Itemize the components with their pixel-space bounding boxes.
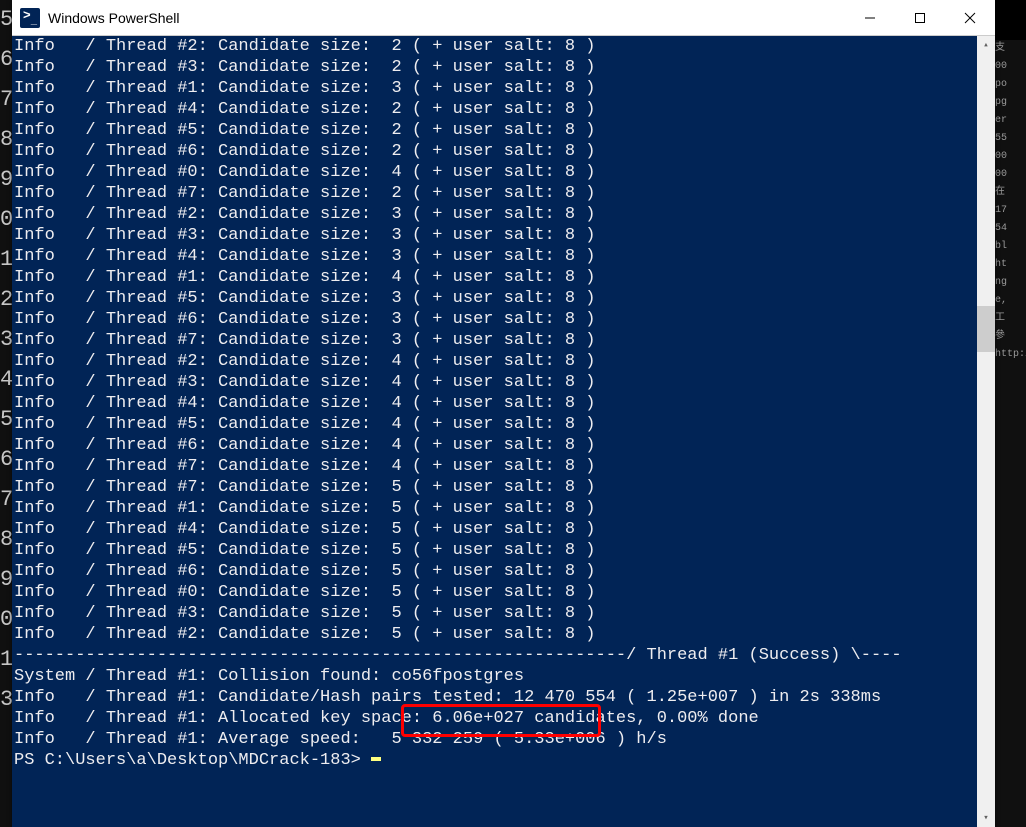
bg-number: 0	[0, 200, 12, 240]
bg-fragment: 支	[995, 40, 1026, 58]
scroll-thumb[interactable]	[977, 306, 995, 352]
window-title: Windows PowerShell	[48, 10, 845, 26]
log-line: Info / Thread #1: Candidate/Hash pairs t…	[12, 687, 977, 708]
bg-fragment: 54	[995, 220, 1026, 238]
bg-fragment: 00	[995, 148, 1026, 166]
bg-fragment: 00	[995, 58, 1026, 76]
log-line: Info / Thread #4: Candidate size: 2 ( + …	[12, 99, 977, 120]
log-line: Info / Thread #2: Candidate size: 5 ( + …	[12, 624, 977, 645]
log-line: Info / Thread #1: Allocated key space: 6…	[12, 708, 977, 729]
log-line: Info / Thread #4: Candidate size: 4 ( + …	[12, 393, 977, 414]
log-line: Info / Thread #2: Candidate size: 4 ( + …	[12, 351, 977, 372]
maximize-button[interactable]	[895, 0, 945, 36]
bg-fragment: ht	[995, 256, 1026, 274]
bg-number: 3	[0, 680, 12, 720]
log-line: Info / Thread #3: Candidate size: 3 ( + …	[12, 225, 977, 246]
bg-fragment: pg	[995, 94, 1026, 112]
powershell-window: Windows PowerShell Info / Thread #2: Can…	[12, 0, 995, 827]
log-line: Info / Thread #5: Candidate size: 2 ( + …	[12, 120, 977, 141]
log-line: Info / Thread #5: Candidate size: 5 ( + …	[12, 540, 977, 561]
log-line: Info / Thread #7: Candidate size: 4 ( + …	[12, 456, 977, 477]
log-line: Info / Thread #5: Candidate size: 4 ( + …	[12, 414, 977, 435]
log-line: Info / Thread #7: Candidate size: 3 ( + …	[12, 330, 977, 351]
bg-number: 1	[0, 240, 12, 280]
log-line: Info / Thread #2: Candidate size: 2 ( + …	[12, 36, 977, 57]
log-line: Info / Thread #1: Candidate size: 5 ( + …	[12, 498, 977, 519]
close-button[interactable]	[945, 0, 995, 36]
log-line: Info / Thread #3: Candidate size: 5 ( + …	[12, 603, 977, 624]
log-line: Info / Thread #6: Candidate size: 2 ( + …	[12, 141, 977, 162]
bg-fragment: 17	[995, 202, 1026, 220]
bg-number: 6	[0, 40, 12, 80]
scroll-down-arrow[interactable]: ▾	[977, 809, 995, 827]
scroll-up-arrow[interactable]: ▴	[977, 36, 995, 54]
prompt-line[interactable]: PS C:\Users\a\Desktop\MDCrack-183>	[12, 750, 977, 771]
minimize-button[interactable]	[845, 0, 895, 36]
log-line: Info / Thread #4: Candidate size: 3 ( + …	[12, 246, 977, 267]
prompt-text: PS C:\Users\a\Desktop\MDCrack-183>	[14, 751, 371, 770]
log-line: Info / Thread #1: Candidate size: 3 ( + …	[12, 78, 977, 99]
titlebar[interactable]: Windows PowerShell	[12, 0, 995, 36]
bg-number: 7	[0, 80, 12, 120]
cursor	[371, 757, 381, 761]
log-line: Info / Thread #1: Average speed: 5 332 2…	[12, 729, 977, 750]
bg-fragment: po	[995, 76, 1026, 94]
bg-number: 7	[0, 480, 12, 520]
log-line: System / Thread #1: Collision found: co5…	[12, 666, 977, 687]
log-line: Info / Thread #6: Candidate size: 4 ( + …	[12, 435, 977, 456]
terminal-output[interactable]: Info / Thread #2: Candidate size: 2 ( + …	[12, 36, 977, 827]
background-line-numbers: 567890123456789013	[0, 0, 12, 827]
bg-number: 2	[0, 280, 12, 320]
scrollbar[interactable]: ▴ ▾	[977, 36, 995, 827]
log-line: Info / Thread #5: Candidate size: 3 ( + …	[12, 288, 977, 309]
bg-fragment: bl	[995, 238, 1026, 256]
bg-fragment: 在	[995, 184, 1026, 202]
bg-fragment: http://	[995, 346, 1026, 364]
powershell-icon	[20, 8, 40, 28]
bg-fragment: 工	[995, 310, 1026, 328]
bg-number: 4	[0, 360, 12, 400]
bg-number: 5	[0, 400, 12, 440]
bg-fragment: e,	[995, 292, 1026, 310]
log-line: Info / Thread #7: Candidate size: 2 ( + …	[12, 183, 977, 204]
log-line: Info / Thread #6: Candidate size: 3 ( + …	[12, 309, 977, 330]
bg-number: 0	[0, 600, 12, 640]
bg-number: 9	[0, 160, 12, 200]
log-line: Info / Thread #0: Candidate size: 4 ( + …	[12, 162, 977, 183]
bg-fragment: ng	[995, 274, 1026, 292]
log-line: Info / Thread #3: Candidate size: 2 ( + …	[12, 57, 977, 78]
log-line: Info / Thread #0: Candidate size: 5 ( + …	[12, 582, 977, 603]
log-line: Info / Thread #3: Candidate size: 4 ( + …	[12, 372, 977, 393]
bg-number: 8	[0, 120, 12, 160]
bg-number: 6	[0, 440, 12, 480]
log-line: Info / Thread #6: Candidate size: 5 ( + …	[12, 561, 977, 582]
log-line: Info / Thread #2: Candidate size: 3 ( + …	[12, 204, 977, 225]
bg-fragment: 參	[995, 328, 1026, 346]
bg-fragment: er	[995, 112, 1026, 130]
bg-number: 8	[0, 520, 12, 560]
background-right-content: 支00popger550000在1754blhtnge,工參http://	[995, 40, 1026, 827]
log-line: Info / Thread #1: Candidate size: 4 ( + …	[12, 267, 977, 288]
bg-number: 5	[0, 0, 12, 40]
log-line: Info / Thread #7: Candidate size: 5 ( + …	[12, 477, 977, 498]
bg-fragment: 00	[995, 166, 1026, 184]
log-line: ----------------------------------------…	[12, 645, 977, 666]
bg-fragment: 55	[995, 130, 1026, 148]
log-line: Info / Thread #4: Candidate size: 5 ( + …	[12, 519, 977, 540]
bg-number: 3	[0, 320, 12, 360]
bg-number: 9	[0, 560, 12, 600]
bg-number: 1	[0, 640, 12, 680]
